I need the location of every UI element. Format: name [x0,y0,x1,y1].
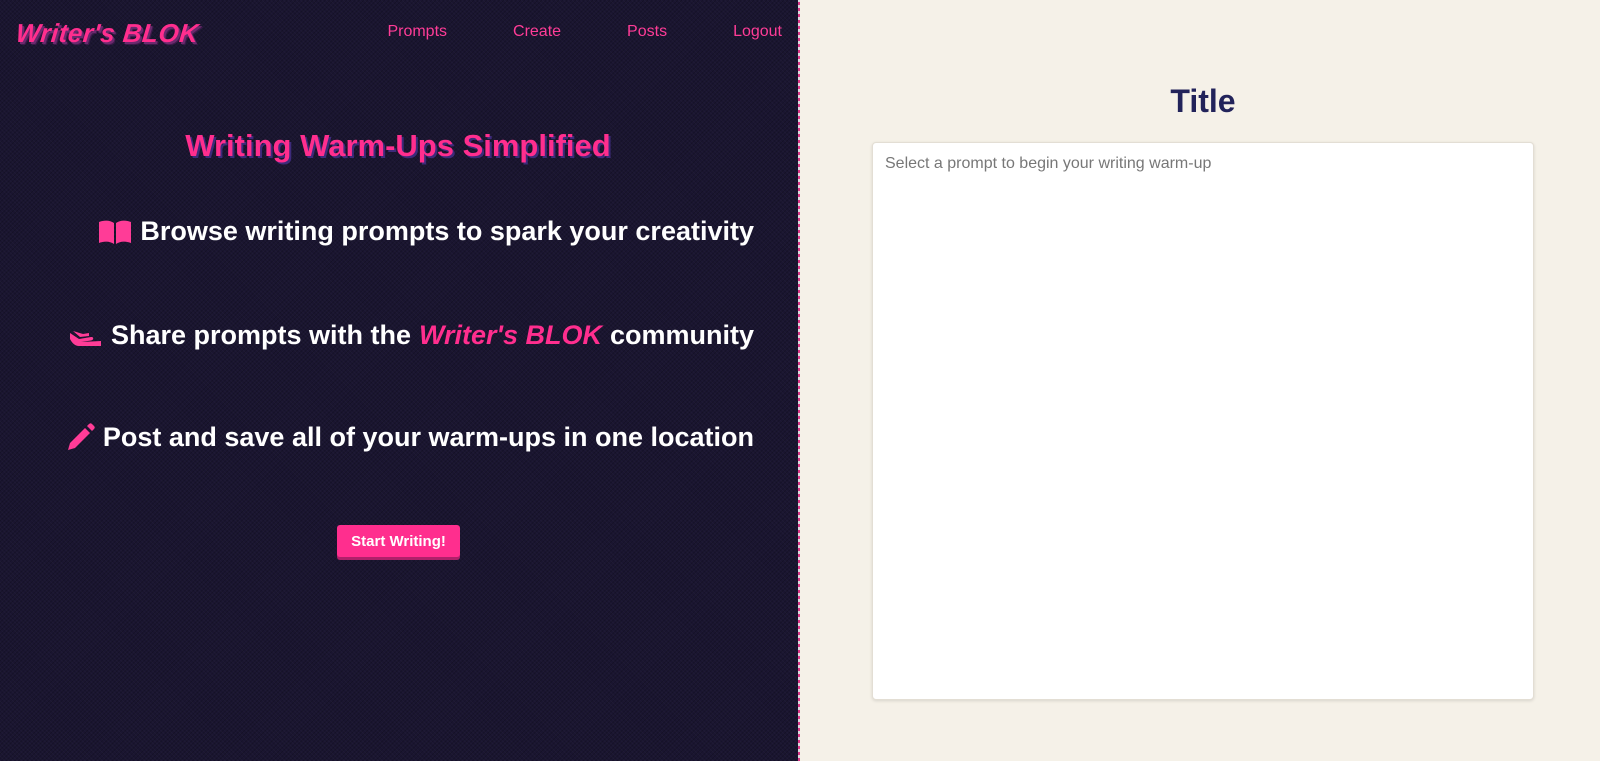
top-nav: Prompts Create Posts Logout [321,23,782,41]
book-open-icon [98,219,132,245]
feature-share-text-after: community [609,320,754,350]
start-writing-button[interactable]: Start Writing! [337,525,460,557]
hero-title: Writing Warm-Ups Simplified [185,128,611,163]
feature-browse: Browse writing prompts to spark your cre… [98,216,754,247]
warmup-textarea[interactable] [872,142,1534,700]
nav-prompts[interactable]: Prompts [387,23,447,41]
editor-title: Title [1170,83,1236,119]
nav-create[interactable]: Create [513,23,561,41]
hand-holding-icon [69,325,103,347]
app-logo[interactable]: Writer's BLOK [14,18,200,49]
app-page: Writer's BLOK Prompts Create Posts Logou… [0,0,1600,761]
feature-share: Share prompts with the Writer's BLOK com… [69,320,754,351]
feature-share-text-before: Share prompts with the [110,320,412,350]
editor-panel: Title [800,0,1600,761]
feature-share-brand: Writer's BLOK [419,320,602,350]
pencil-icon [65,422,95,453]
feature-browse-text: Browse writing prompts to spark your cre… [140,216,754,246]
nav-logout[interactable]: Logout [733,23,782,41]
landing-panel: Writer's BLOK Prompts Create Posts Logou… [0,0,800,761]
nav-posts[interactable]: Posts [627,23,667,41]
feature-post-text: Post and save all of your warm-ups in on… [102,422,754,452]
feature-post: Post and save all of your warm-ups in on… [65,422,754,453]
